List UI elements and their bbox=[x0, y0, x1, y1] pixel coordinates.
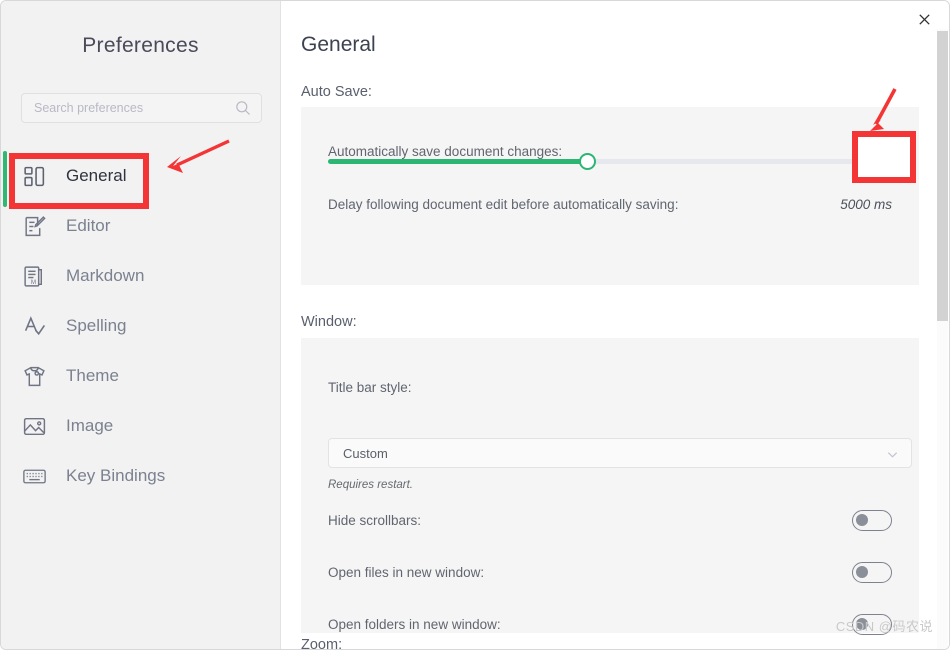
row-label-autosave-delay: Delay following document edit before aut… bbox=[328, 197, 679, 212]
sidebar-item-label: Editor bbox=[66, 216, 111, 235]
document-edit-icon bbox=[19, 211, 49, 241]
sidebar-item-key-bindings[interactable]: Key Bindings bbox=[1, 451, 281, 501]
settings-content: General Auto Save: Automatically save do… bbox=[282, 1, 949, 650]
search-icon bbox=[235, 100, 251, 116]
section-label-zoom: Zoom: bbox=[301, 637, 343, 650]
toggle-knob bbox=[856, 566, 868, 578]
markdown-document-icon: M bbox=[19, 261, 49, 291]
search-input[interactable] bbox=[34, 94, 234, 122]
chevron-down-icon bbox=[886, 448, 899, 461]
image-picture-icon bbox=[19, 411, 49, 441]
sidebar-item-label: Theme bbox=[66, 366, 119, 385]
sidebar-item-label: Markdown bbox=[66, 266, 145, 285]
sidebar-item-editor[interactable]: Editor bbox=[1, 201, 281, 251]
sidebar-item-label: Image bbox=[66, 416, 114, 435]
svg-text:M: M bbox=[30, 278, 35, 285]
sidebar: Preferences General bbox=[1, 1, 281, 649]
panel-auto-save: Automatically save document changes: Del… bbox=[301, 107, 919, 285]
autosave-delay-slider[interactable] bbox=[328, 153, 912, 170]
sidebar-item-markdown[interactable]: M Markdown bbox=[1, 251, 281, 301]
sidebar-item-image[interactable]: Image bbox=[1, 401, 281, 451]
sidebar-item-label: General bbox=[66, 166, 127, 185]
search-box[interactable] bbox=[21, 93, 262, 123]
toggle-knob bbox=[856, 514, 868, 526]
spell-check-icon bbox=[19, 311, 49, 341]
row-label-open-files-new-window: Open files in new window: bbox=[328, 565, 485, 580]
row-label-auto-save-toggle: Automatically save document changes: bbox=[328, 144, 563, 159]
layout-blocks-icon bbox=[19, 161, 49, 191]
section-label-auto-save: Auto Save: bbox=[301, 84, 372, 100]
toggle-hide-scrollbars[interactable] bbox=[852, 510, 892, 531]
autosave-delay-value: 5000 ms bbox=[840, 197, 892, 212]
row-label-title-bar-style: Title bar style: bbox=[328, 380, 412, 395]
title-bar-style-note: Requires restart. bbox=[328, 479, 414, 491]
keyboard-icon bbox=[19, 461, 49, 491]
sidebar-item-label: Spelling bbox=[66, 316, 127, 335]
row-label-hide-scrollbars: Hide scrollbars: bbox=[328, 513, 422, 528]
sidebar-item-spelling[interactable]: Spelling bbox=[1, 301, 281, 351]
title-bar-style-select[interactable]: Custom bbox=[328, 438, 912, 468]
slider-fill bbox=[328, 159, 588, 164]
section-label-window: Window: bbox=[301, 314, 357, 330]
panel-window: Title bar style: Custom Requires restart… bbox=[301, 338, 919, 635]
sidebar-item-theme[interactable]: Theme bbox=[1, 351, 281, 401]
scrollbar-thumb[interactable] bbox=[937, 31, 948, 321]
preferences-window: Preferences General bbox=[0, 0, 950, 650]
watermark: CSDN @码农说 bbox=[835, 619, 933, 634]
t-shirt-icon bbox=[19, 361, 49, 391]
close-button[interactable] bbox=[911, 6, 937, 32]
content-page-title: General bbox=[301, 33, 376, 56]
sidebar-item-label: Key Bindings bbox=[66, 466, 166, 485]
toggle-open-files-in-new-window[interactable] bbox=[852, 562, 892, 583]
toggle-knob bbox=[856, 145, 868, 157]
row-label-open-folders-new-window: Open folders in new window: bbox=[328, 617, 501, 632]
page-title-preferences: Preferences bbox=[82, 34, 199, 57]
close-icon bbox=[918, 13, 930, 25]
title-bar-style-selected-value: Custom bbox=[343, 446, 388, 461]
slider-thumb[interactable] bbox=[578, 153, 596, 170]
sidebar-item-general[interactable]: General bbox=[1, 151, 281, 201]
sidebar-nav: General Editor M Markdown Spelling Theme… bbox=[1, 151, 281, 501]
